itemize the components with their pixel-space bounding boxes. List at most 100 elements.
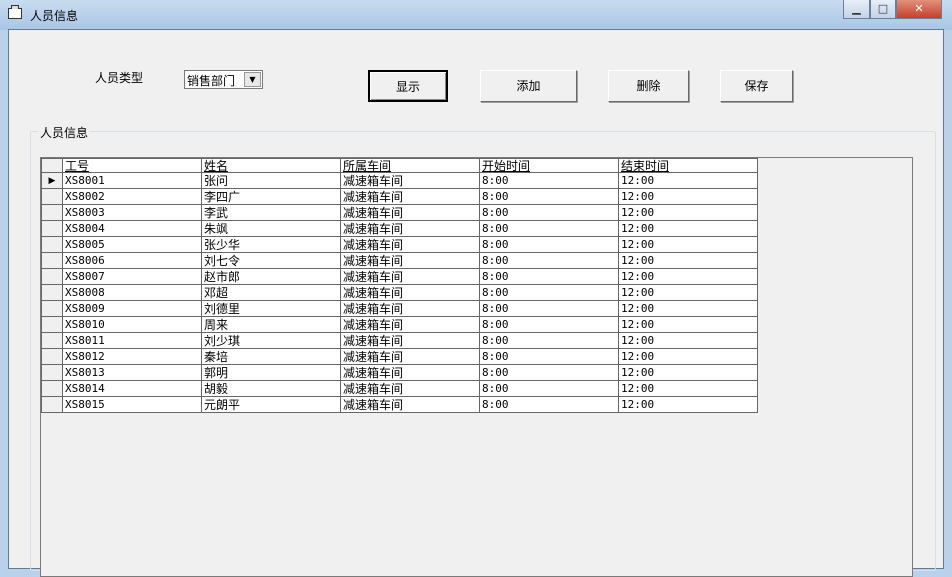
table-row[interactable]: XS8012 秦培 减速箱车间 8:00 12:00: [41, 348, 758, 365]
table-cell[interactable]: XS8005: [62, 236, 202, 253]
table-cell[interactable]: 8:00: [479, 332, 619, 349]
table-cell[interactable]: 12:00: [618, 284, 758, 301]
table-cell[interactable]: XS8003: [62, 204, 202, 221]
table-cell[interactable]: 12:00: [618, 364, 758, 381]
table-cell[interactable]: 元朗平: [201, 396, 341, 413]
table-cell[interactable]: XS8011: [62, 332, 202, 349]
table-cell[interactable]: 减速箱车间: [340, 332, 480, 349]
table-cell[interactable]: 李四广: [201, 188, 341, 205]
table-cell[interactable]: 8:00: [479, 268, 619, 285]
delete-button[interactable]: 删除: [608, 70, 689, 102]
column-header[interactable]: 工号: [62, 158, 202, 173]
table-cell[interactable]: 12:00: [618, 268, 758, 285]
table-cell[interactable]: 刘少琪: [201, 332, 341, 349]
table-cell[interactable]: XS8014: [62, 380, 202, 397]
table-row[interactable]: XS8013 郭明 减速箱车间 8:00 12:00: [41, 364, 758, 381]
row-selector[interactable]: [41, 380, 63, 397]
table-cell[interactable]: 减速箱车间: [340, 252, 480, 269]
table-cell[interactable]: 12:00: [618, 332, 758, 349]
table-cell[interactable]: 减速箱车间: [340, 172, 480, 189]
table-row[interactable]: ▶ XS8001 张问 减速箱车间 8:00 12:00: [41, 172, 758, 189]
table-cell[interactable]: 8:00: [479, 284, 619, 301]
table-cell[interactable]: 减速箱车间: [340, 268, 480, 285]
minimize-button[interactable]: ▁: [843, 0, 870, 19]
table-cell[interactable]: XS8012: [62, 348, 202, 365]
show-button[interactable]: 显示: [368, 70, 448, 102]
table-row[interactable]: XS8011 刘少琪 减速箱车间 8:00 12:00: [41, 332, 758, 349]
row-selector[interactable]: [41, 300, 63, 317]
table-cell[interactable]: 郭明: [201, 364, 341, 381]
row-selector[interactable]: [41, 268, 63, 285]
table-row[interactable]: XS8005 张少华 减速箱车间 8:00 12:00: [41, 236, 758, 253]
table-cell[interactable]: 张问: [201, 172, 341, 189]
table-row[interactable]: XS8010 周来 减速箱车间 8:00 12:00: [41, 316, 758, 333]
row-selector[interactable]: [41, 252, 63, 269]
row-selector[interactable]: [41, 396, 63, 413]
person-type-select[interactable]: 销售部门 ▼: [184, 70, 263, 89]
table-cell[interactable]: 刘七令: [201, 252, 341, 269]
table-cell[interactable]: 12:00: [618, 300, 758, 317]
row-selector[interactable]: [41, 284, 63, 301]
table-cell[interactable]: 减速箱车间: [340, 316, 480, 333]
row-selector[interactable]: [41, 348, 63, 365]
table-cell[interactable]: 赵市郎: [201, 268, 341, 285]
table-row[interactable]: XS8006 刘七令 减速箱车间 8:00 12:00: [41, 252, 758, 269]
table-cell[interactable]: XS8008: [62, 284, 202, 301]
table-cell[interactable]: 减速箱车间: [340, 300, 480, 317]
table-cell[interactable]: 李武: [201, 204, 341, 221]
table-cell[interactable]: 减速箱车间: [340, 204, 480, 221]
table-cell[interactable]: XS8001: [62, 172, 202, 189]
table-cell[interactable]: 减速箱车间: [340, 348, 480, 365]
table-cell[interactable]: 8:00: [479, 236, 619, 253]
table-cell[interactable]: 12:00: [618, 252, 758, 269]
column-header[interactable]: 姓名: [201, 158, 341, 173]
row-selector[interactable]: [41, 220, 63, 237]
table-cell[interactable]: 12:00: [618, 348, 758, 365]
table-cell[interactable]: XS8015: [62, 396, 202, 413]
table-cell[interactable]: XS8010: [62, 316, 202, 333]
table-cell[interactable]: 12:00: [618, 172, 758, 189]
column-header[interactable]: 所属车间: [340, 158, 480, 173]
table-cell[interactable]: 8:00: [479, 204, 619, 221]
table-cell[interactable]: 减速箱车间: [340, 396, 480, 413]
table-cell[interactable]: XS8013: [62, 364, 202, 381]
table-cell[interactable]: 8:00: [479, 252, 619, 269]
person-data-grid[interactable]: 工号 姓名 所属车间 开始时间 结束时间 ▶ XS8001 张问 减速箱车间 8:00 12:00…: [40, 157, 913, 577]
table-row[interactable]: XS8002 李四广 减速箱车间 8:00 12:00: [41, 188, 758, 205]
close-button[interactable]: ✕: [896, 0, 942, 19]
table-cell[interactable]: 12:00: [618, 380, 758, 397]
table-cell[interactable]: XS8004: [62, 220, 202, 237]
table-cell[interactable]: 减速箱车间: [340, 236, 480, 253]
table-row[interactable]: XS8007 赵市郎 减速箱车间 8:00 12:00: [41, 268, 758, 285]
table-cell[interactable]: 8:00: [479, 300, 619, 317]
table-cell[interactable]: 12:00: [618, 204, 758, 221]
table-cell[interactable]: XS8002: [62, 188, 202, 205]
row-selector[interactable]: [41, 364, 63, 381]
table-cell[interactable]: 邓超: [201, 284, 341, 301]
table-cell[interactable]: 8:00: [479, 316, 619, 333]
chevron-down-icon[interactable]: ▼: [244, 72, 261, 87]
table-row[interactable]: XS8004 朱飒 减速箱车间 8:00 12:00: [41, 220, 758, 237]
table-cell[interactable]: 张少华: [201, 236, 341, 253]
row-selector[interactable]: [41, 188, 63, 205]
table-row[interactable]: XS8003 李武 减速箱车间 8:00 12:00: [41, 204, 758, 221]
save-button[interactable]: 保存: [720, 70, 793, 102]
table-row[interactable]: XS8015 元朗平 减速箱车间 8:00 12:00: [41, 396, 758, 413]
row-selector[interactable]: [41, 204, 63, 221]
table-cell[interactable]: 减速箱车间: [340, 220, 480, 237]
table-cell[interactable]: XS8009: [62, 300, 202, 317]
add-button[interactable]: 添加: [480, 70, 577, 102]
table-cell[interactable]: 8:00: [479, 380, 619, 397]
maximize-button[interactable]: □: [870, 0, 896, 19]
row-selector[interactable]: [41, 332, 63, 349]
table-cell[interactable]: 12:00: [618, 220, 758, 237]
table-cell[interactable]: 8:00: [479, 364, 619, 381]
table-cell[interactable]: 减速箱车间: [340, 188, 480, 205]
row-selector[interactable]: ▶: [41, 172, 63, 189]
table-cell[interactable]: 12:00: [618, 188, 758, 205]
table-cell[interactable]: 8:00: [479, 220, 619, 237]
table-cell[interactable]: 8:00: [479, 172, 619, 189]
table-cell[interactable]: 朱飒: [201, 220, 341, 237]
table-cell[interactable]: 12:00: [618, 236, 758, 253]
table-cell[interactable]: XS8006: [62, 252, 202, 269]
